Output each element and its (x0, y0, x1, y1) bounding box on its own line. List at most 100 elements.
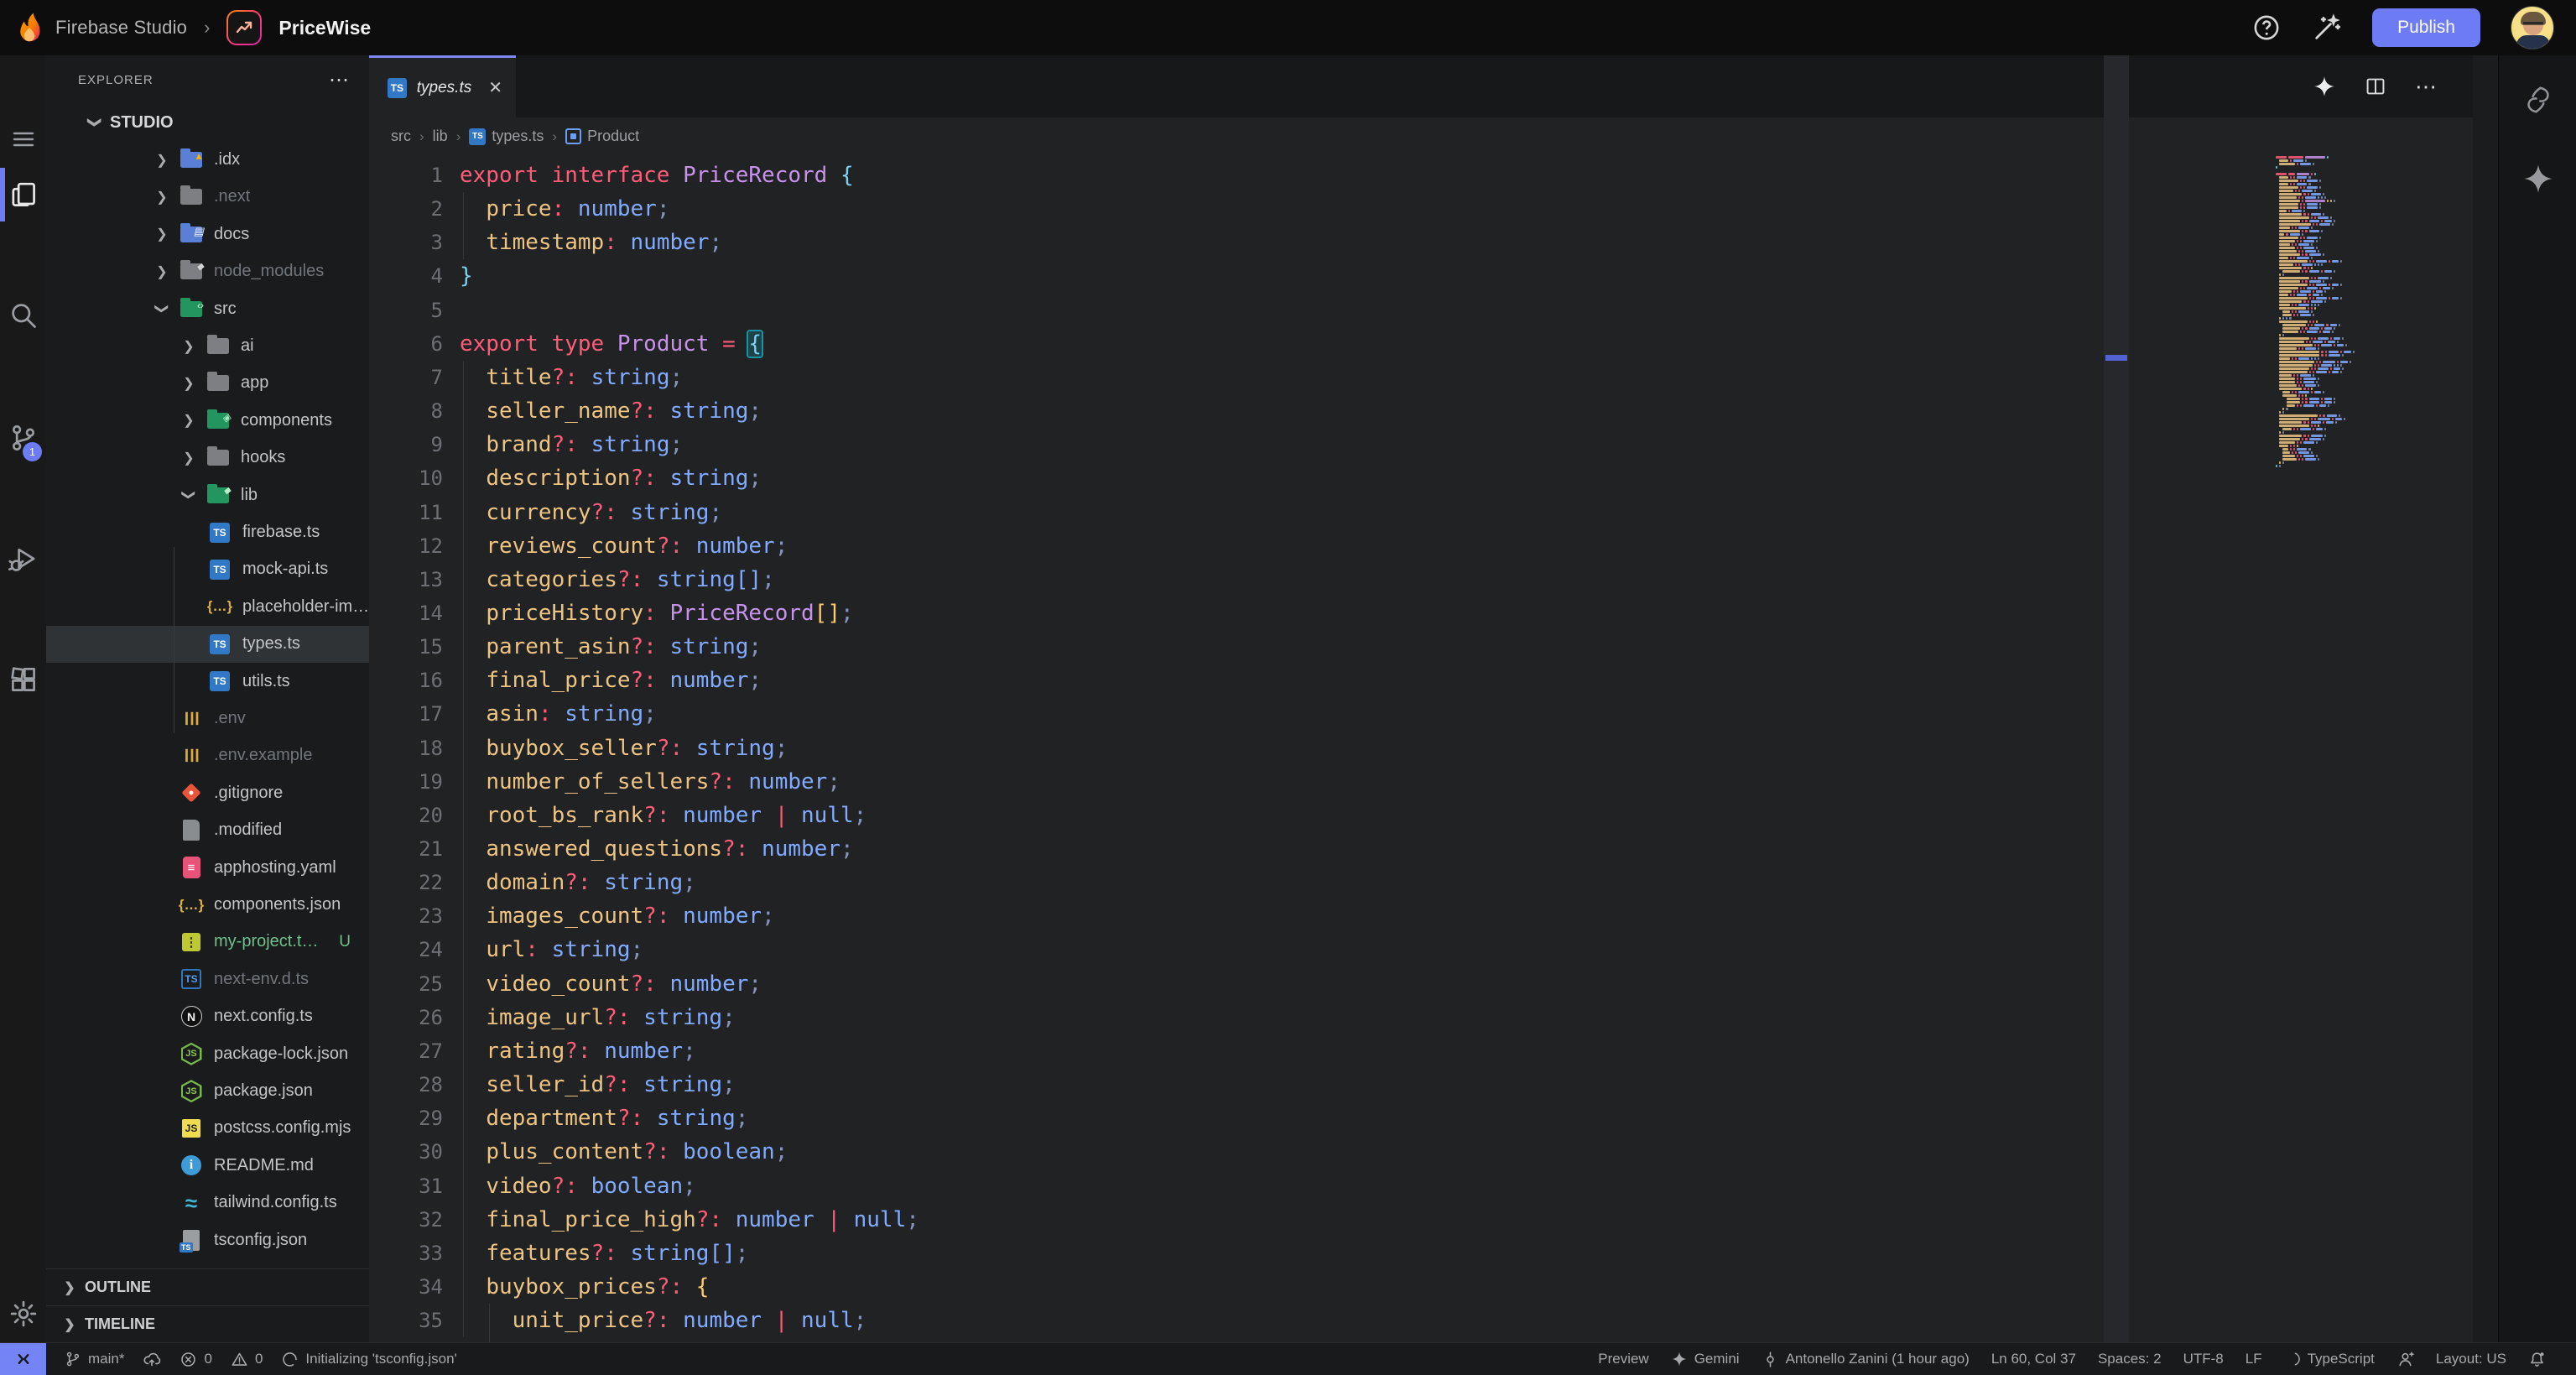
tree-item-next-env-d-ts[interactable]: TSnext-env.d.ts (46, 961, 369, 997)
code-line[interactable]: 32 final_price_high?: number | null; (369, 1203, 2298, 1237)
code-line[interactable]: 1export interface PriceRecord { (369, 159, 2298, 192)
panel-outline[interactable]: ❯OUTLINE (46, 1268, 369, 1305)
tree-item-firebase-ts[interactable]: TSfirebase.ts (46, 513, 369, 550)
code-line[interactable]: 15 parent_asin?: string; (369, 630, 2298, 664)
code-line[interactable]: 2 price: number; (369, 192, 2298, 226)
tree-item--gitignore[interactable]: .gitignore (46, 774, 369, 811)
code-line[interactable]: 12 reviews_count?: number; (369, 529, 2298, 563)
status-cloud-upload[interactable] (143, 1350, 161, 1368)
code-line[interactable]: 6export type Product = { (369, 327, 2298, 361)
code-line[interactable]: 34 buybox_prices?: { (369, 1270, 2298, 1304)
tree-root-studio[interactable]: ❯STUDIO (46, 104, 369, 141)
code-line[interactable]: 21 answered_questions?: number; (369, 832, 2298, 866)
code-line[interactable]: 10 description?: string; (369, 461, 2298, 495)
workspace-title[interactable]: PriceWise (278, 17, 371, 39)
tree-item-lib[interactable]: ❯◆lib (46, 477, 369, 513)
activity-menu-menu-icon[interactable] (0, 107, 46, 171)
tree-item-tsconfig-json[interactable]: tsconfig.json (46, 1221, 369, 1258)
status-commit[interactable]: Antonello Zanini (1 hour ago) (1762, 1351, 1970, 1368)
code-line[interactable]: 13 categories?: string[]; (369, 563, 2298, 596)
status-feedback[interactable] (2396, 1351, 2414, 1368)
tree-item-src[interactable]: ❯‹›src (46, 290, 369, 327)
tab-types-ts[interactable]: TS types.ts ✕ (369, 55, 516, 117)
code-line[interactable]: 23 images_count?: number; (369, 899, 2298, 933)
tab-close-icon[interactable]: ✕ (488, 77, 502, 98)
status-spaces[interactable]: Spaces: 2 (2098, 1351, 2162, 1367)
activity-search-search-icon[interactable] (0, 284, 46, 347)
tree-item-placeholder-im-[interactable]: {…}placeholder-im… (46, 588, 369, 625)
tree-item-apphosting-yaml[interactable]: ≡apphosting.yaml (46, 849, 369, 886)
code-line[interactable]: 7 title?: string; (369, 361, 2298, 394)
brand-title[interactable]: Firebase Studio (55, 17, 187, 39)
tree-item-components[interactable]: ❯◈components (46, 402, 369, 439)
magic-wand-icon[interactable] (2312, 13, 2342, 43)
breadcrumb-types-ts[interactable]: TStypes.ts (469, 128, 544, 145)
tree-item--idx[interactable]: ❯▲.idx (46, 141, 369, 178)
split-editor-icon[interactable] (2365, 76, 2386, 97)
help-icon[interactable] (2251, 13, 2282, 43)
code-line[interactable]: 30 plus_content?: boolean; (369, 1135, 2298, 1169)
status-lf[interactable]: LF (2246, 1351, 2262, 1367)
status-branch[interactable]: main* (65, 1351, 124, 1367)
status-layout[interactable]: Layout: US (2436, 1351, 2506, 1367)
tree-item-app[interactable]: ❯app (46, 365, 369, 402)
activity-source-control-source-control-icon[interactable]: 1 (0, 406, 46, 470)
status-gemini-star[interactable]: Gemini (1671, 1351, 1740, 1367)
activity-explorer-files-icon[interactable] (0, 163, 46, 227)
tree-item-utils-ts[interactable]: TSutils.ts (46, 663, 369, 700)
avatar[interactable] (2511, 6, 2554, 49)
editor-scrollbar[interactable] (2104, 55, 2129, 1342)
code-line[interactable]: 28 seller_id?: string; (369, 1068, 2298, 1102)
breadcrumb-lib[interactable]: lib (433, 128, 448, 145)
tree-item-node-modules[interactable]: ❯◆node_modules (46, 253, 369, 290)
status-warning[interactable]: 0 (231, 1351, 263, 1368)
status-spinner[interactable]: Initializing 'tsconfig.json' (281, 1351, 456, 1368)
tree-item-postcss-config-mjs[interactable]: JSpostcss.config.mjs (46, 1110, 369, 1147)
explorer-more-icon[interactable]: ⋯ (329, 68, 351, 92)
tree-item-next-config-ts[interactable]: Nnext.config.ts (46, 998, 369, 1035)
tree-item--modified[interactable]: .modified (46, 812, 369, 849)
code-line[interactable]: 11 currency?: string; (369, 496, 2298, 529)
tree-item--env-example[interactable]: ☰.env.example (46, 737, 369, 774)
code-line[interactable]: 3 timestamp: number; (369, 226, 2298, 259)
firebase-panel-icon[interactable] (2499, 70, 2576, 129)
code-line[interactable]: 16 final_price?: number; (369, 664, 2298, 697)
status-utf-8[interactable]: UTF-8 (2183, 1351, 2224, 1367)
code-line[interactable]: 20 root_bs_rank?: number | null; (369, 799, 2298, 832)
gemini-panel-icon[interactable] (2499, 149, 2576, 208)
panel-timeline[interactable]: ❯TIMELINE (46, 1305, 369, 1342)
code-line[interactable]: 27 rating?: number; (369, 1034, 2298, 1068)
code-editor[interactable]: 1export interface PriceRecord {2 price: … (369, 155, 2473, 1342)
status-preview[interactable]: Preview (1598, 1351, 1648, 1367)
tree-item-tailwind-config-ts[interactable]: ≈tailwind.config.ts (46, 1185, 369, 1221)
code-line[interactable]: 22 domain?: string; (369, 866, 2298, 899)
status-error[interactable]: 0 (180, 1351, 211, 1368)
tree-item-readme-md[interactable]: iREADME.md (46, 1147, 369, 1184)
code-line[interactable]: 29 department?: string; (369, 1102, 2298, 1135)
breadcrumb-src[interactable]: src (391, 128, 411, 145)
sparkle-icon[interactable] (2313, 75, 2336, 98)
code-line[interactable]: 5 (369, 294, 2298, 327)
tree-item-ai[interactable]: ❯ai (46, 327, 369, 364)
tree-item-package-json[interactable]: JSpackage.json (46, 1072, 369, 1109)
activity-extensions-extensions-icon[interactable] (0, 648, 46, 711)
code-line[interactable]: 19 number_of_sellers?: number; (369, 765, 2298, 799)
code-line[interactable]: 9 brand?: string; (369, 428, 2298, 461)
code-line[interactable]: 4} (369, 259, 2298, 293)
remote-indicator[interactable] (0, 1343, 46, 1375)
activity-settings-gear-icon[interactable] (0, 1282, 46, 1346)
publish-button[interactable]: Publish (2372, 8, 2480, 47)
code-line[interactable]: 14 priceHistory: PriceRecord[]; (369, 596, 2298, 630)
status-arc[interactable]: TypeScript (2284, 1351, 2375, 1367)
ellipsis-icon[interactable]: ⋯ (2415, 74, 2439, 100)
code-line[interactable]: 18 buybox_seller?: string; (369, 732, 2298, 765)
tree-item-my-project-t-[interactable]: ⋮my-project.t…U (46, 924, 369, 961)
tree-item-components-json[interactable]: {…}components.json (46, 886, 369, 923)
tree-item-types-ts[interactable]: TStypes.ts (46, 626, 369, 663)
code-line[interactable]: 26 image_url?: string; (369, 1001, 2298, 1034)
code-line[interactable]: 35 unit_price?: number | null; (369, 1304, 2298, 1337)
code-line[interactable]: 31 video?: boolean; (369, 1169, 2298, 1203)
status-bell[interactable] (2528, 1351, 2546, 1368)
code-line[interactable]: 8 seller_name?: string; (369, 394, 2298, 428)
code-line[interactable]: 17 asin: string; (369, 697, 2298, 731)
